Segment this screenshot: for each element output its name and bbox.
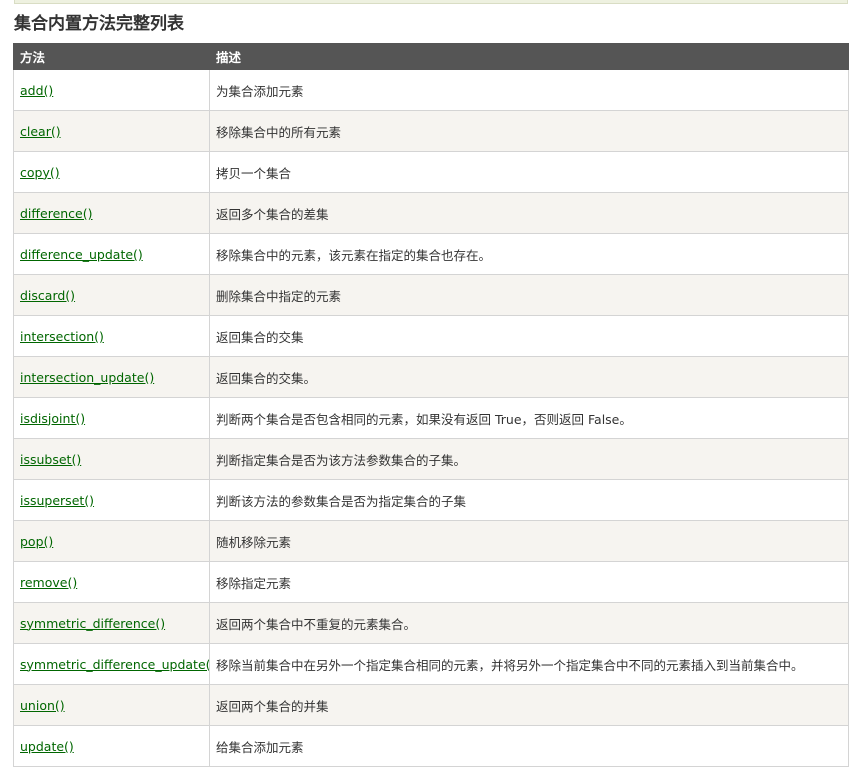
description-cell: 移除指定元素	[209, 561, 849, 603]
method-link-pop[interactable]: pop()	[20, 534, 53, 549]
method-link-intersection[interactable]: intersection()	[20, 329, 104, 344]
table-row: difference() 返回多个集合的差集	[13, 192, 849, 234]
description-cell: 随机移除元素	[209, 520, 849, 562]
page-title: 集合内置方法完整列表	[14, 14, 184, 34]
table-row: add() 为集合添加元素	[13, 69, 849, 111]
table-row: remove() 移除指定元素	[13, 561, 849, 603]
description-cell: 判断该方法的参数集合是否为指定集合的子集	[209, 479, 849, 521]
method-link-issubset[interactable]: issubset()	[20, 452, 81, 467]
method-cell: union()	[13, 684, 210, 726]
table-row: copy() 拷贝一个集合	[13, 151, 849, 193]
table-row: discard() 删除集合中指定的元素	[13, 274, 849, 316]
description-cell: 返回两个集合的并集	[209, 684, 849, 726]
table-row: issubset() 判断指定集合是否为该方法参数集合的子集。	[13, 438, 849, 480]
description-cell: 返回两个集合中不重复的元素集合。	[209, 602, 849, 644]
method-link-intersection-update[interactable]: intersection_update()	[20, 370, 154, 385]
description-cell: 返回集合的交集	[209, 315, 849, 357]
method-cell: issubset()	[13, 438, 210, 480]
description-cell: 判断指定集合是否为该方法参数集合的子集。	[209, 438, 849, 480]
description-cell: 返回多个集合的差集	[209, 192, 849, 234]
method-cell: copy()	[13, 151, 210, 193]
method-link-add[interactable]: add()	[20, 83, 53, 98]
method-cell: remove()	[13, 561, 210, 603]
method-cell: isdisjoint()	[13, 397, 210, 439]
method-cell: difference_update()	[13, 233, 210, 275]
method-link-union[interactable]: union()	[20, 698, 65, 713]
method-link-difference-update[interactable]: difference_update()	[20, 247, 143, 262]
table-row: symmetric_difference_update() 移除当前集合中在另外…	[13, 643, 849, 685]
method-link-symmetric-difference-update[interactable]: symmetric_difference_update()	[20, 657, 209, 672]
method-link-discard[interactable]: discard()	[20, 288, 75, 303]
table-row: clear() 移除集合中的所有元素	[13, 110, 849, 152]
description-cell: 为集合添加元素	[209, 69, 849, 111]
description-cell: 拷贝一个集合	[209, 151, 849, 193]
set-methods-table: 方法 描述 add() 为集合添加元素 clear() 移除集合中的所有元素 c…	[13, 43, 849, 767]
method-cell: intersection()	[13, 315, 210, 357]
method-cell: discard()	[13, 274, 210, 316]
table-row: intersection_update() 返回集合的交集。	[13, 356, 849, 398]
method-cell: update()	[13, 725, 210, 767]
method-cell: symmetric_difference()	[13, 602, 210, 644]
table-header-row: 方法 描述	[13, 43, 849, 70]
table-row: intersection() 返回集合的交集	[13, 315, 849, 357]
table-row: isdisjoint() 判断两个集合是否包含相同的元素，如果没有返回 True…	[13, 397, 849, 439]
method-link-difference[interactable]: difference()	[20, 206, 93, 221]
method-cell: difference()	[13, 192, 210, 234]
method-cell: symmetric_difference_update()	[13, 643, 210, 685]
method-link-symmetric-difference[interactable]: symmetric_difference()	[20, 616, 165, 631]
description-cell: 移除集合中的所有元素	[209, 110, 849, 152]
description-cell: 返回集合的交集。	[209, 356, 849, 398]
method-link-update[interactable]: update()	[20, 739, 74, 754]
description-cell: 判断两个集合是否包含相同的元素，如果没有返回 True，否则返回 False。	[209, 397, 849, 439]
header-method: 方法	[13, 43, 210, 70]
method-link-issuperset[interactable]: issuperset()	[20, 493, 94, 508]
method-link-isdisjoint[interactable]: isdisjoint()	[20, 411, 85, 426]
method-link-clear[interactable]: clear()	[20, 124, 61, 139]
table-row: issuperset() 判断该方法的参数集合是否为指定集合的子集	[13, 479, 849, 521]
method-link-copy[interactable]: copy()	[20, 165, 60, 180]
method-link-remove[interactable]: remove()	[20, 575, 77, 590]
description-cell: 移除当前集合中在另外一个指定集合相同的元素，并将另外一个指定集合中不同的元素插入…	[209, 643, 849, 685]
method-cell: pop()	[13, 520, 210, 562]
table-row: difference_update() 移除集合中的元素，该元素在指定的集合也存…	[13, 233, 849, 275]
description-cell: 给集合添加元素	[209, 725, 849, 767]
previous-section-edge	[14, 0, 848, 4]
description-cell: 删除集合中指定的元素	[209, 274, 849, 316]
description-cell: 移除集合中的元素，该元素在指定的集合也存在。	[209, 233, 849, 275]
table-row: pop() 随机移除元素	[13, 520, 849, 562]
method-cell: intersection_update()	[13, 356, 210, 398]
method-cell: issuperset()	[13, 479, 210, 521]
table-row: union() 返回两个集合的并集	[13, 684, 849, 726]
method-cell: add()	[13, 69, 210, 111]
table-row: update() 给集合添加元素	[13, 725, 849, 767]
header-description: 描述	[209, 43, 849, 70]
table-row: symmetric_difference() 返回两个集合中不重复的元素集合。	[13, 602, 849, 644]
method-cell: clear()	[13, 110, 210, 152]
